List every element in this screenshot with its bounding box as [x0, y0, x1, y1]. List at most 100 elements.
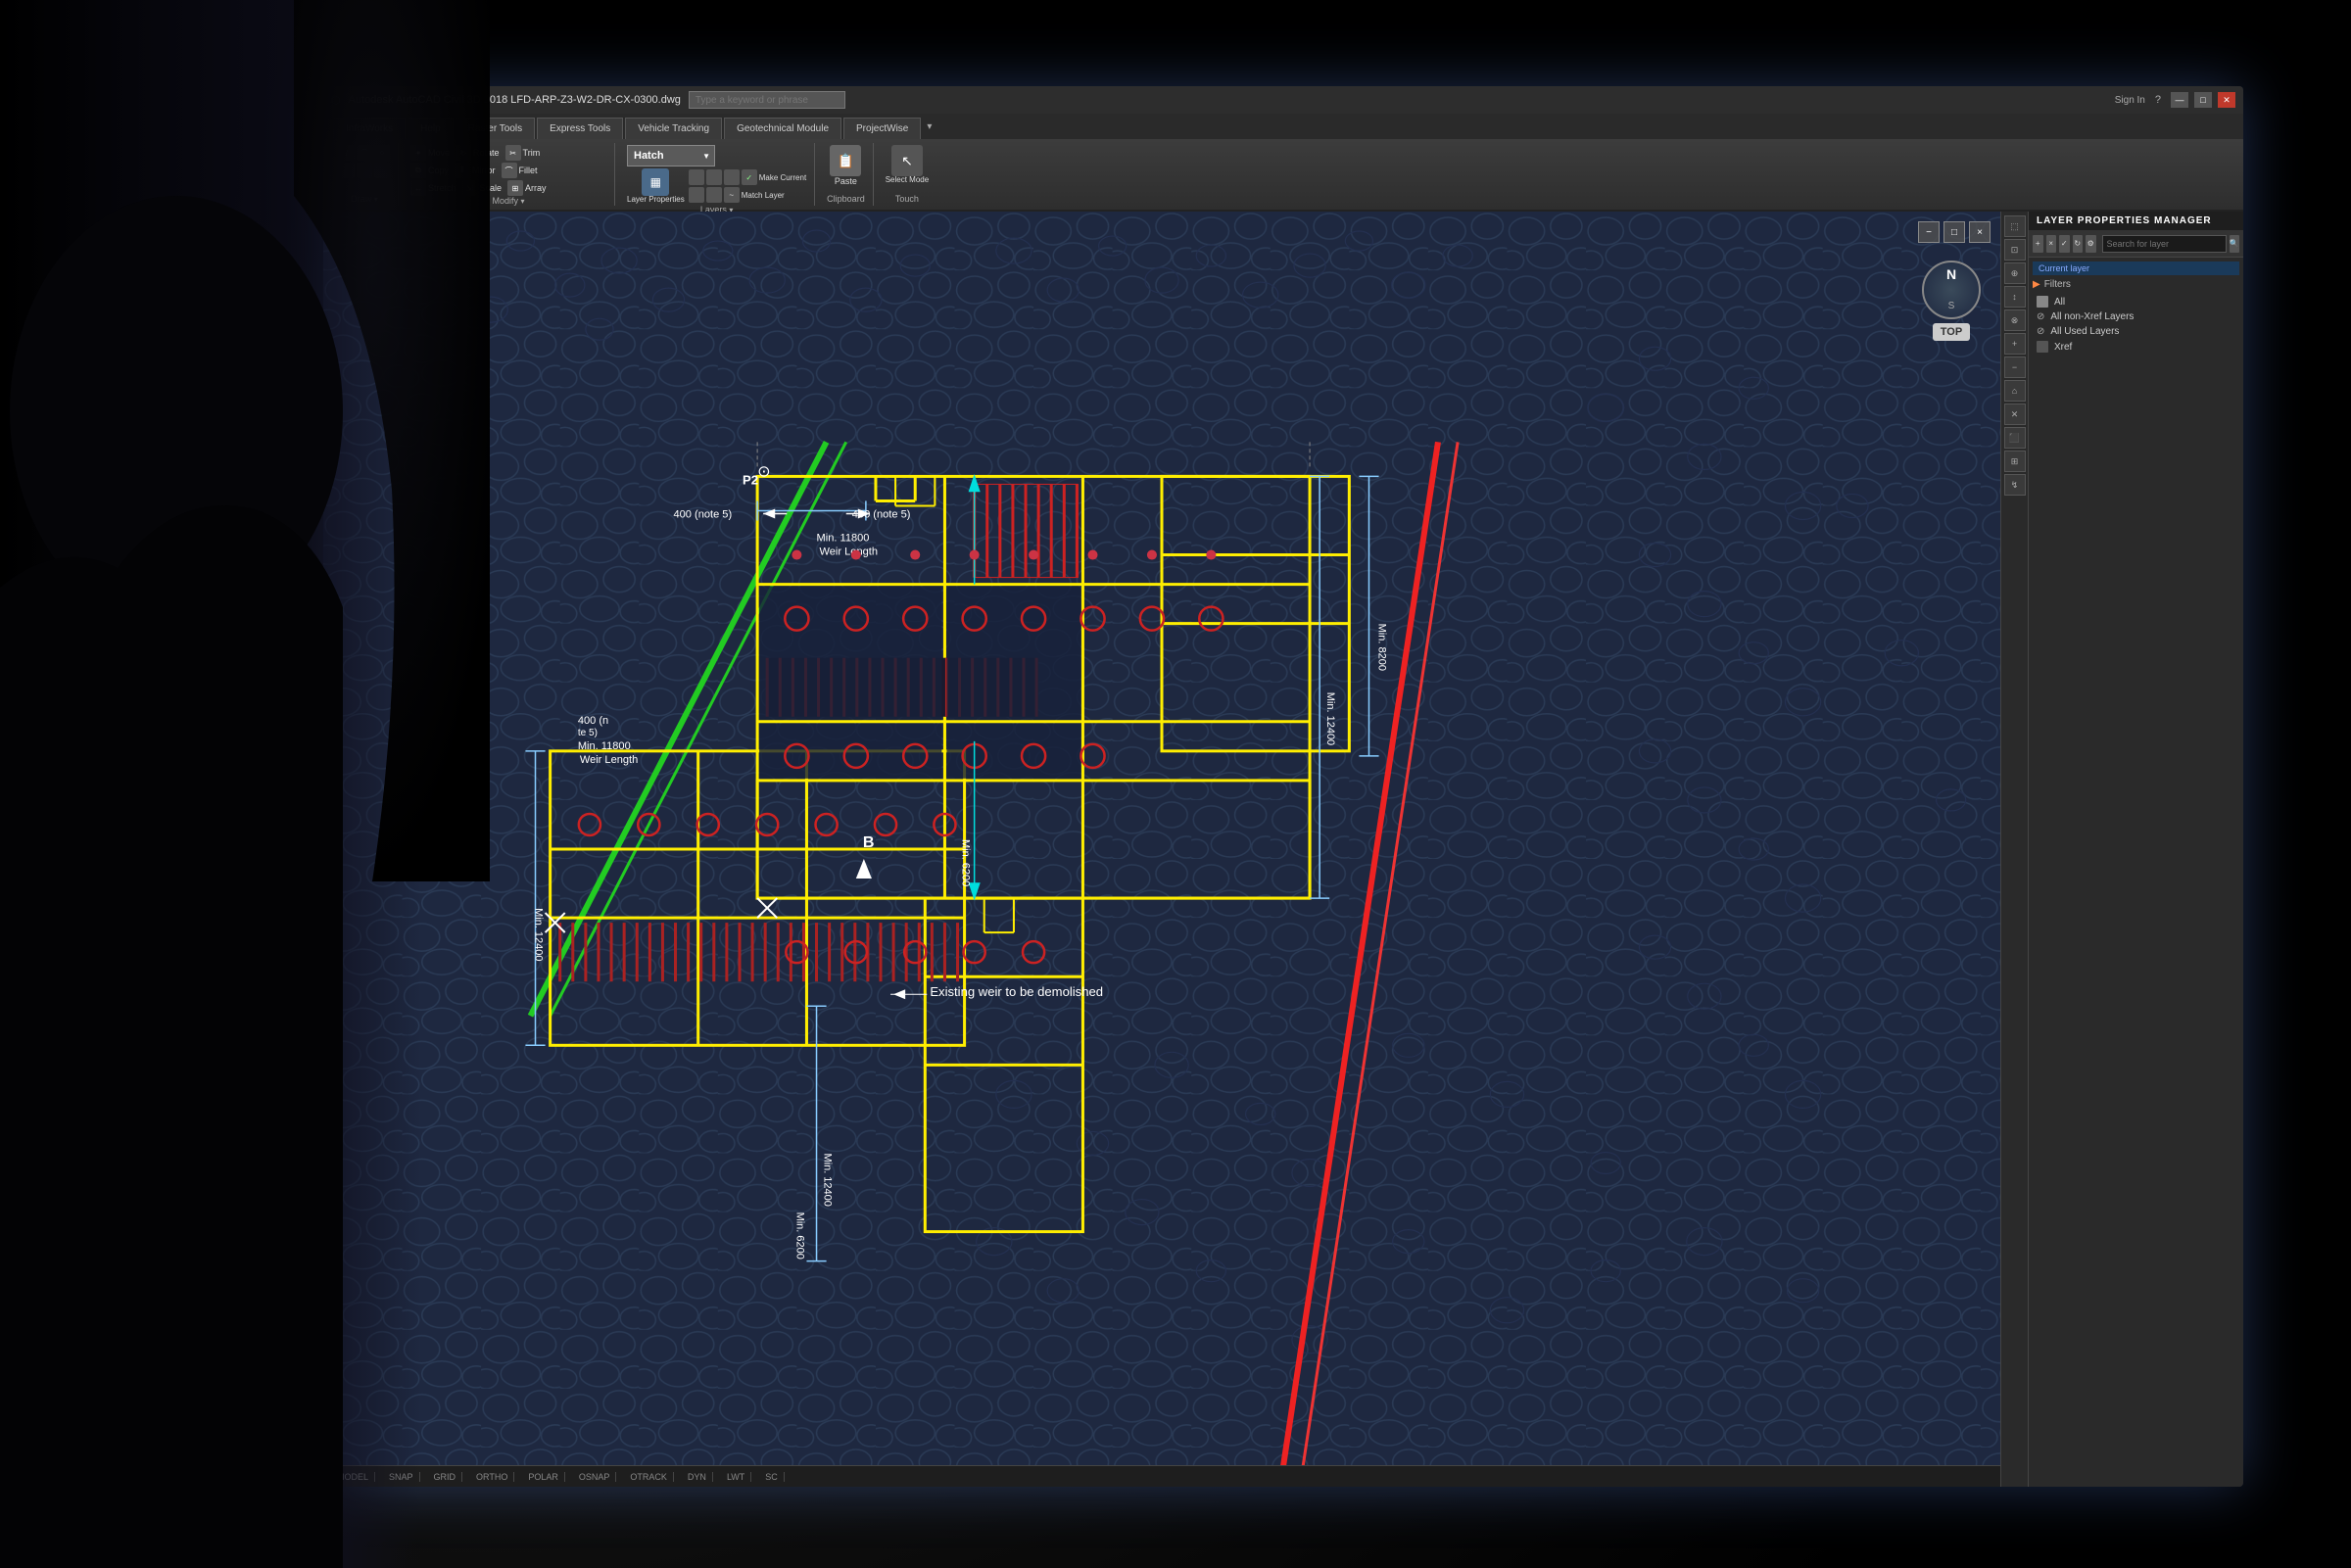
scale-btn[interactable]: ⇲ Scale [462, 180, 503, 196]
rt-btn-3[interactable]: ⊕ [2004, 262, 2026, 284]
rt-btn-9[interactable]: ✕ [2004, 404, 2026, 425]
draw-row1: / ⌒ ○ [339, 145, 390, 161]
stretch-btn[interactable]: ↔ Stretch [410, 180, 456, 196]
filter-xref[interactable]: Xref [2033, 339, 2239, 355]
layer-search-input[interactable] [2102, 235, 2227, 253]
rotate-btn[interactable]: ↻ Rotate [456, 145, 500, 161]
compass: N S [1922, 261, 1981, 319]
status-snap[interactable]: SNAP [383, 1472, 420, 1482]
rt-btn-11[interactable]: ⊞ [2004, 451, 2026, 472]
lp-set-current-btn[interactable]: ✓ [2059, 235, 2070, 253]
tab-infraworks[interactable]: InfraWorks [333, 118, 406, 139]
title-bar-right: Sign In ? — □ ✕ [2115, 92, 2235, 108]
tab-projectwise[interactable]: ProjectWise [843, 118, 921, 139]
rt-btn-4[interactable]: ↕ [2004, 286, 2026, 308]
lp-settings-btn[interactable]: ⚙ [2086, 235, 2096, 253]
search-input[interactable] [689, 91, 845, 109]
viewport-minimize-btn[interactable]: − [1918, 221, 1940, 243]
svg-text:B: B [863, 833, 875, 851]
filter-all[interactable]: All [2033, 294, 2239, 309]
mirror-btn[interactable]: ⫴ Mirror [455, 163, 496, 178]
rt-btn-6[interactable]: + [2004, 333, 2026, 355]
svg-text:400 (note 5): 400 (note 5) [674, 509, 733, 521]
rt-btn-12[interactable]: ↯ [2004, 474, 2026, 496]
compass-s-label: S [1948, 301, 1955, 311]
hatch-dropdown[interactable]: Hatch ▼ [627, 145, 715, 166]
fillet-btn[interactable]: ⌒ Fillet [502, 163, 538, 178]
status-grid[interactable]: GRID [428, 1472, 463, 1482]
filter-used[interactable]: ⊘ All Used Layers [2033, 324, 2239, 339]
line-icon[interactable]: / [339, 145, 355, 161]
rotate-label: Rotate [473, 148, 500, 158]
help-icon[interactable]: ? [2155, 94, 2161, 106]
layer-properties-btn[interactable]: ▦ Layer Properties [627, 168, 685, 205]
status-ortho[interactable]: ORTHO [470, 1472, 514, 1482]
sign-in-link[interactable]: Sign In [2115, 95, 2145, 106]
cad-viewport[interactable]: ⊙ P2 400 (note 5) 400 (note 5) Min. 1180… [323, 212, 2000, 1487]
layers-small-tools: ✓ Make Current ~ Match Layer [689, 169, 806, 203]
layer-properties-icon: ▦ [650, 175, 661, 189]
select-mode-btn[interactable]: ↖ Select Mode [886, 145, 929, 185]
status-osnap[interactable]: OSNAP [573, 1472, 617, 1482]
svg-text:Min. 6200: Min. 6200 [960, 839, 972, 886]
polyline-icon[interactable]: ⌒ [357, 145, 372, 161]
circle-icon[interactable]: ○ [374, 145, 390, 161]
rt-btn-10[interactable]: ⬛ [2004, 427, 2026, 449]
ribbon-group-draw: / ⌒ ○ Draw ▾ [331, 143, 399, 206]
paste-btn[interactable]: 📋 Paste [830, 145, 861, 186]
title-bar: ⬡ Autodesk AutoCAD Civil 3D 2018 LFD-ARP… [323, 86, 2243, 114]
rect-icon[interactable] [357, 163, 372, 178]
rt-btn-8[interactable]: ⌂ [2004, 380, 2026, 402]
layer-icon-3[interactable] [724, 169, 740, 185]
tab-vehicle-tracking[interactable]: Vehicle Tracking [625, 118, 722, 139]
layer-icon-4[interactable] [689, 187, 704, 203]
tab-express-tools[interactable]: Express Tools [537, 118, 623, 139]
monitor-screen: ⬡ Autodesk AutoCAD Civil 3D 2018 LFD-ARP… [323, 86, 2243, 1487]
ribbon-group-touch: ↖ Select Mode Touch [878, 143, 936, 206]
layer-icon-5[interactable] [706, 187, 722, 203]
tab-raster-tools[interactable]: Raster Tools [456, 118, 535, 139]
hatch-chevron-icon: ▼ [702, 152, 710, 161]
svg-text:Weir Length: Weir Length [580, 754, 638, 766]
tab-help[interactable]: Help [408, 118, 454, 139]
status-sc[interactable]: SC [759, 1472, 785, 1482]
trim-label: Trim [523, 148, 541, 158]
lp-delete-layer-btn[interactable]: × [2046, 235, 2057, 253]
status-otrack[interactable]: OTRACK [624, 1472, 674, 1482]
cad-drawing: ⊙ P2 400 (note 5) 400 (note 5) Min. 1180… [323, 212, 2000, 1487]
lp-refresh-btn[interactable]: ↻ [2073, 235, 2084, 253]
close-button[interactable]: ✕ [2218, 92, 2235, 108]
status-model[interactable]: MODEL [331, 1472, 375, 1482]
lp-new-layer-btn[interactable]: + [2033, 235, 2043, 253]
array-btn[interactable]: ⊞ Array [507, 180, 547, 196]
lp-search-btn[interactable]: 🔍 [2230, 235, 2240, 253]
status-polar[interactable]: POLAR [522, 1472, 565, 1482]
rt-btn-7[interactable]: − [2004, 356, 2026, 378]
layer-icon-2[interactable] [706, 169, 722, 185]
move-btn[interactable]: ✦ Move [410, 145, 450, 161]
more-tabs-icon[interactable]: ▾ [927, 121, 932, 132]
copy-btn[interactable]: ⧉ Copy [410, 163, 449, 178]
layer-icon-1[interactable] [689, 169, 704, 185]
match-layer-btn[interactable]: ~ Match Layer [724, 187, 785, 203]
status-dyn[interactable]: DYN [682, 1472, 713, 1482]
viewport-restore-btn[interactable]: □ [1943, 221, 1965, 243]
minimize-button[interactable]: — [2171, 92, 2188, 108]
maximize-button[interactable]: □ [2194, 92, 2212, 108]
modify-row3: ↔ Stretch ⇲ Scale ⊞ Array [410, 180, 606, 196]
rt-btn-2[interactable]: ⊡ [2004, 239, 2026, 261]
make-current-btn[interactable]: ✓ Make Current [742, 169, 806, 185]
ribbon-tab-bar: InfraWorks Help Raster Tools Express Too… [323, 114, 2243, 139]
trim-btn[interactable]: ✂ Trim [505, 145, 541, 161]
rt-btn-1[interactable]: ⬚ [2004, 215, 2026, 237]
arc-icon[interactable] [339, 163, 355, 178]
tab-geotechnical[interactable]: Geotechnical Module [724, 118, 841, 139]
svg-text:te 5): te 5) [578, 728, 598, 738]
status-lwt[interactable]: LWT [721, 1472, 751, 1482]
filter-non-xref[interactable]: ⊘ All non-Xref Layers [2033, 309, 2239, 324]
top-view-btn[interactable]: TOP [1933, 323, 1970, 341]
draw-row2 [339, 163, 390, 178]
rt-btn-5[interactable]: ⊗ [2004, 309, 2026, 331]
viewport-close-btn[interactable]: × [1969, 221, 1991, 243]
hatch-small-icon[interactable] [374, 163, 390, 178]
